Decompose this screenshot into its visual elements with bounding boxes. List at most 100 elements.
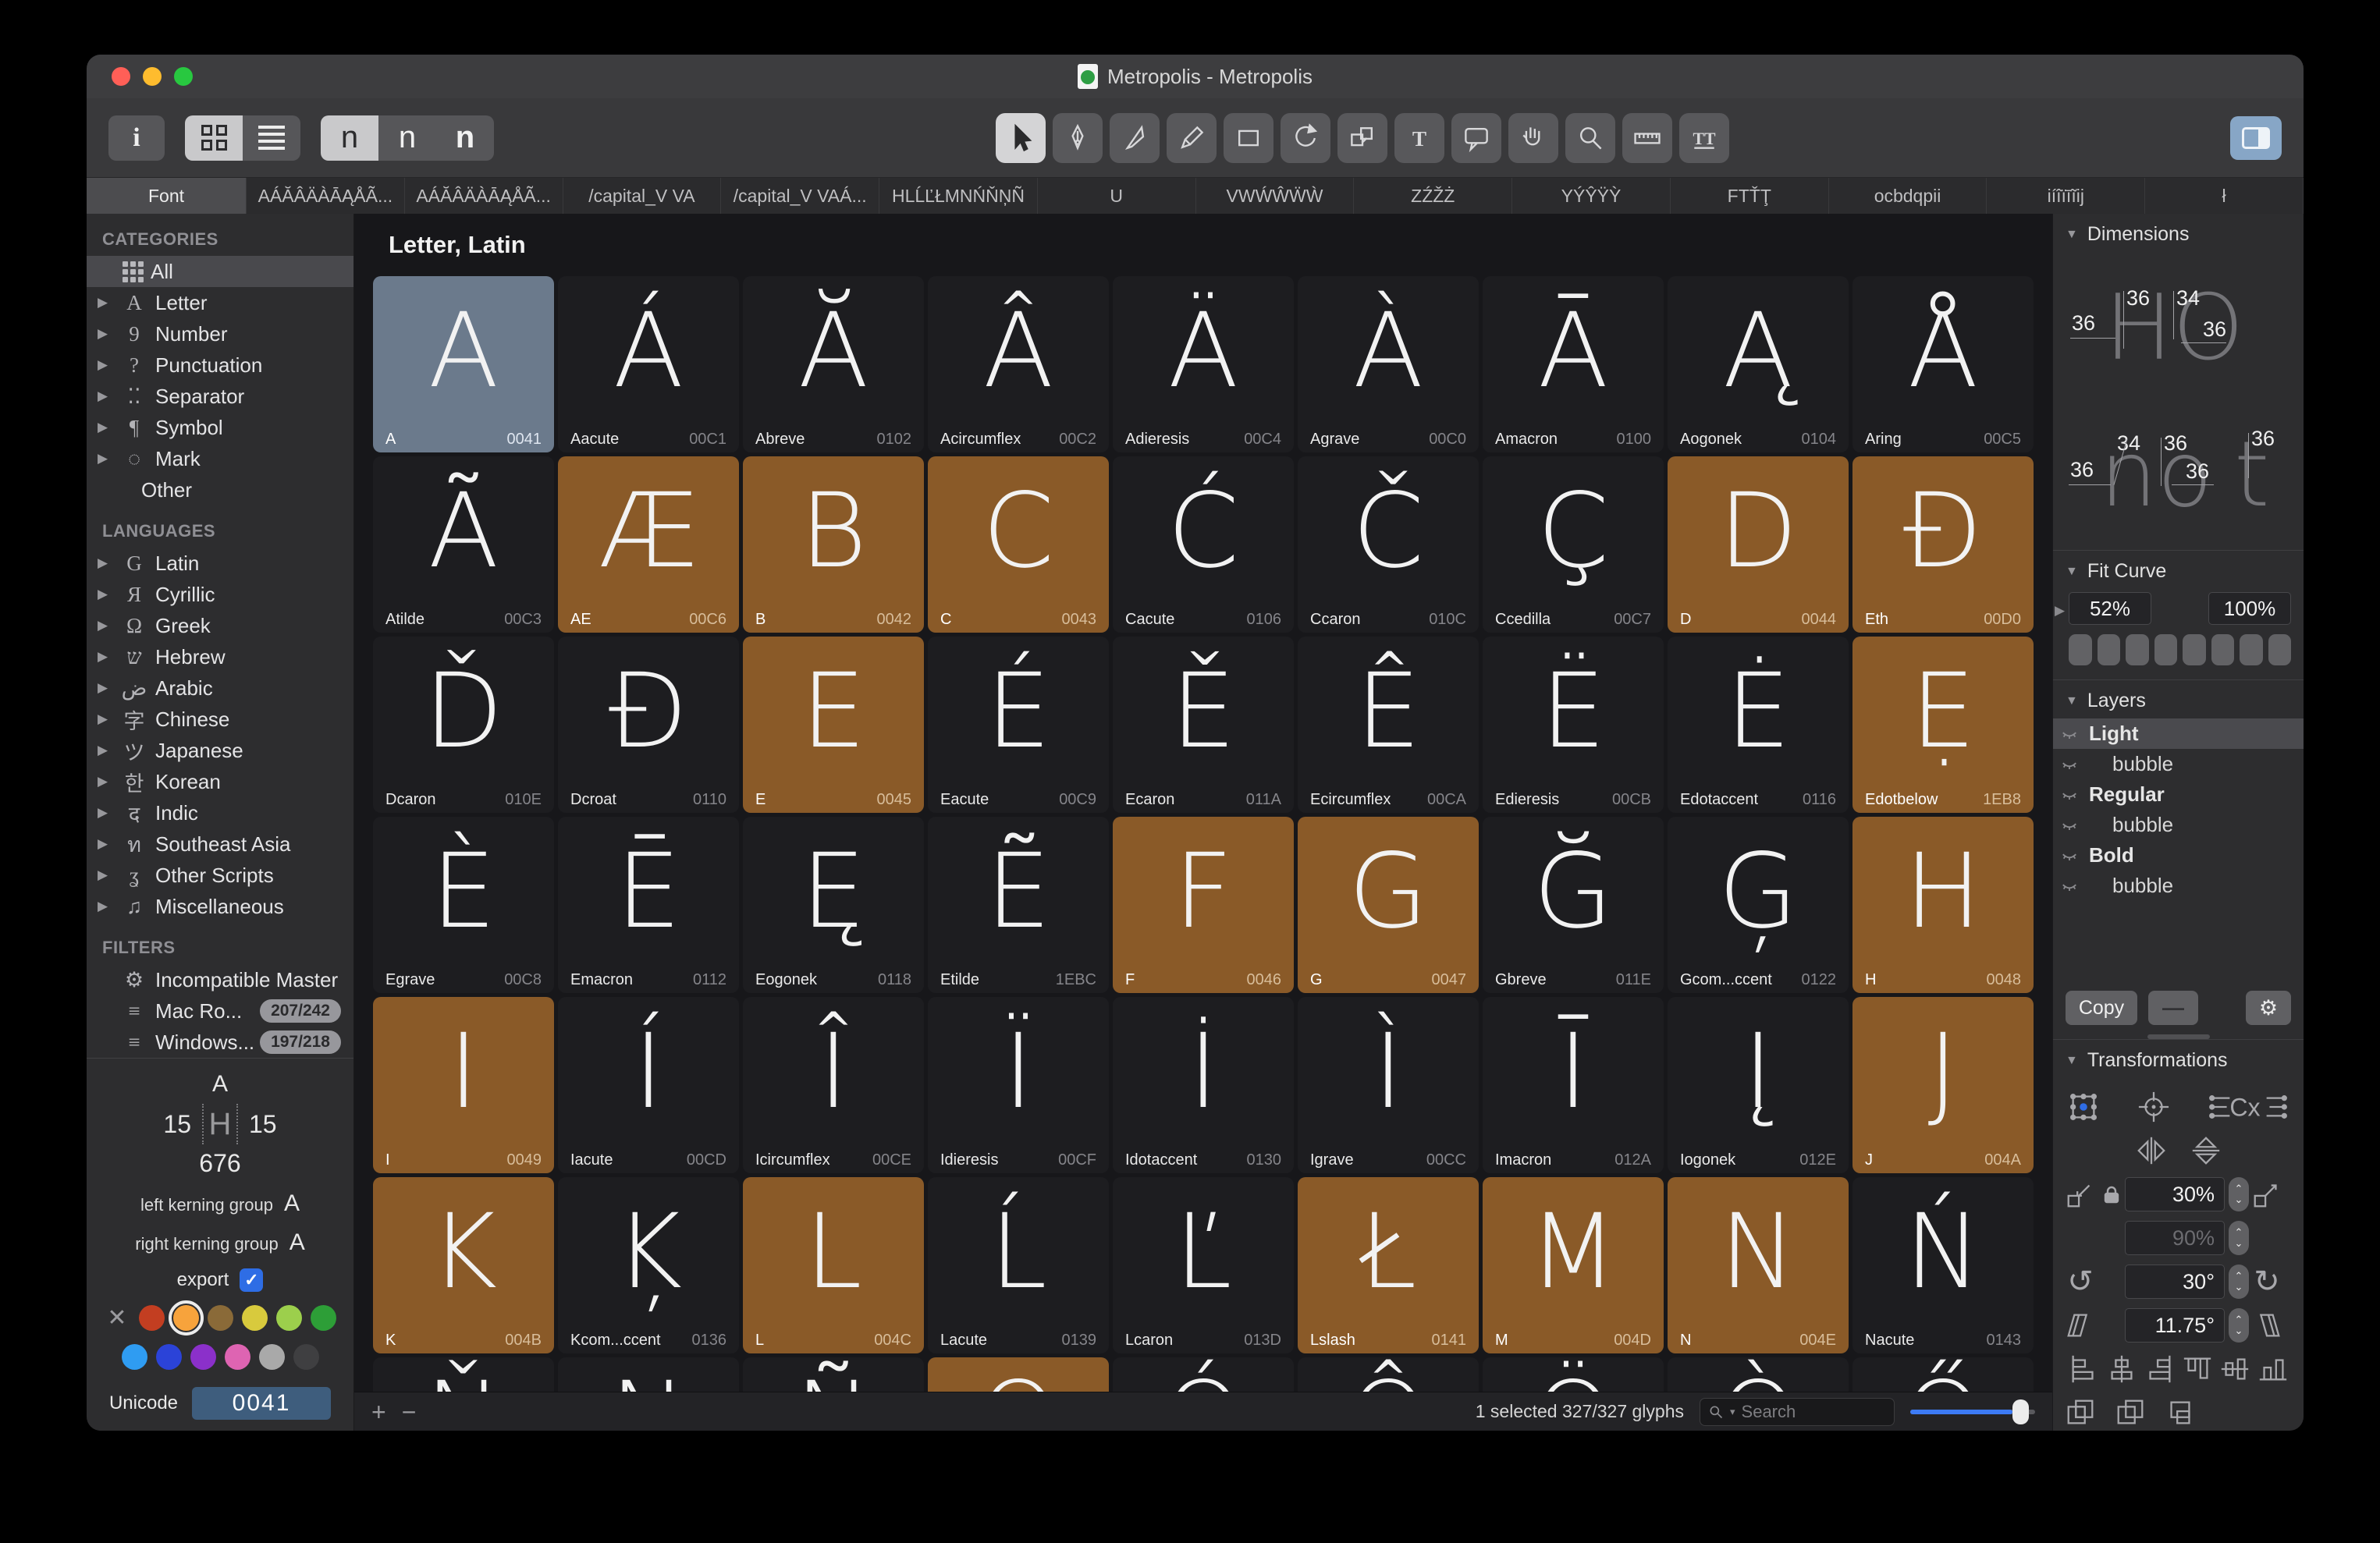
- scale-x-field[interactable]: 30%: [2125, 1177, 2225, 1211]
- language-item-korean[interactable]: ▶한Korean: [87, 766, 353, 797]
- disclosure-triangle-icon[interactable]: ▶: [98, 649, 118, 665]
- glyph-cell-Icircumflex[interactable]: ÎIcircumflex00CE: [743, 997, 924, 1173]
- fit-curve-section-header[interactable]: ▼ Fit Curve: [2053, 550, 2304, 589]
- fit-curve-min-field[interactable]: 52%: [2069, 592, 2151, 625]
- glyph-cell-N[interactable]: NN004E: [1668, 1177, 1849, 1353]
- disclosure-triangle-icon[interactable]: ▶: [98, 388, 118, 404]
- color-swatch[interactable]: [139, 1305, 165, 1331]
- fit-curve-disclosure-icon[interactable]: ▶: [2055, 603, 2065, 619]
- glyph-cell-AE[interactable]: ÆAE00C6: [558, 456, 739, 633]
- glyph-cell-Idieresis[interactable]: ÏIdieresis00CF: [928, 997, 1109, 1173]
- disclosure-triangle-icon[interactable]: ▶: [98, 555, 118, 571]
- category-item-symbol[interactable]: ▶¶Symbol: [87, 412, 353, 443]
- glyph-cell-Agrave[interactable]: ÀAgrave00C0: [1298, 276, 1479, 452]
- glyph-cell-Amacron[interactable]: ĀAmacron0100: [1483, 276, 1664, 452]
- glyph-cell-Lacute[interactable]: ĹLacute0139: [928, 1177, 1109, 1353]
- glyph-cell-Idotaccent[interactable]: İIdotaccent0130: [1113, 997, 1294, 1173]
- fit-curve-step-button[interactable]: [2268, 634, 2292, 665]
- zoom-tool-button[interactable]: [1565, 113, 1615, 163]
- align-right-button[interactable]: [2141, 1351, 2177, 1387]
- glyph-cell-Edotaccent[interactable]: ĖEdotaccent0116: [1668, 637, 1849, 813]
- path-subtract-button[interactable]: [2112, 1395, 2148, 1431]
- glyph-cell-Ecaron[interactable]: ĚEcaron011A: [1113, 637, 1294, 813]
- fit-curve-max-field[interactable]: 100%: [2208, 592, 2291, 625]
- grid-view-button[interactable]: [185, 115, 243, 161]
- category-item-all[interactable]: All: [87, 256, 353, 287]
- grid-zoom-slider[interactable]: [1910, 1410, 2035, 1414]
- slant-field[interactable]: 11.75°: [2125, 1308, 2225, 1343]
- category-item-other[interactable]: Other: [87, 474, 353, 505]
- language-item-miscellaneous[interactable]: ▶♫Miscellaneous: [87, 891, 353, 922]
- language-item-japanese[interactable]: ▶ツJapanese: [87, 735, 353, 766]
- scale-down-button[interactable]: [2062, 1176, 2098, 1212]
- path-union-button[interactable]: [2062, 1395, 2098, 1431]
- category-item-mark[interactable]: ▶◌Mark: [87, 443, 353, 474]
- rotate-cw-button[interactable]: ↻: [2249, 1264, 2285, 1300]
- color-swatch[interactable]: [173, 1305, 199, 1331]
- disclosure-triangle-icon[interactable]: ▶: [98, 711, 118, 727]
- add-glyph-button[interactable]: +: [371, 1399, 386, 1424]
- fit-curve-step-button[interactable]: [2240, 634, 2263, 665]
- scale-up-button[interactable]: [2249, 1176, 2285, 1212]
- glyph-cell-M[interactable]: MM004D: [1483, 1177, 1664, 1353]
- path-intersect-button[interactable]: [2162, 1395, 2198, 1431]
- glyph-cell-Ccaron[interactable]: ČCcaron010C: [1298, 456, 1479, 633]
- glyph-cell-C[interactable]: CC0043: [928, 456, 1109, 633]
- align-center-horizontal-button[interactable]: [2104, 1351, 2140, 1387]
- disclosure-triangle-icon[interactable]: ▶: [98, 451, 118, 466]
- glyph-cell-Iogonek[interactable]: ĮIogonek012E: [1668, 997, 1849, 1173]
- edit-tab[interactable]: iíîïīĩij: [1987, 178, 2145, 214]
- glyph-cell-Lslash[interactable]: ŁLslash0141: [1298, 1177, 1479, 1353]
- zoom-window-button[interactable]: [174, 67, 193, 86]
- left-kerning-group-value[interactable]: A: [284, 1190, 300, 1217]
- fit-curve-step-button[interactable]: [2126, 634, 2149, 665]
- select-tool-button[interactable]: [996, 113, 1046, 163]
- remove-layer-button[interactable]: —: [2148, 991, 2198, 1025]
- align-left-button[interactable]: [2066, 1351, 2101, 1387]
- category-item-letter[interactable]: ▶ALetter: [87, 287, 353, 318]
- transform-origin-button[interactable]: [2066, 1089, 2101, 1125]
- glyph-cell-I[interactable]: II0049: [373, 997, 554, 1173]
- fit-curve-step-button[interactable]: [2098, 634, 2121, 665]
- glyph-cell-Eacute[interactable]: ÉEacute00C9: [928, 637, 1109, 813]
- glyph-cell-Gcom...ccent[interactable]: ĢGcom...ccent0122: [1668, 817, 1849, 993]
- filter-item-mac-ro-[interactable]: ≡Mac Ro...207/242: [87, 995, 353, 1027]
- glyph-cell-Gbreve[interactable]: ĞGbreve011E: [1483, 817, 1664, 993]
- glyph-cell-Dcaron[interactable]: ĎDcaron010E: [373, 637, 554, 813]
- glyph-cell-A[interactable]: AA0041: [373, 276, 554, 452]
- glyph-cell-Cacute[interactable]: ĆCacute0106: [1113, 456, 1294, 633]
- glyph-width-value[interactable]: 676: [87, 1149, 353, 1178]
- disclosure-triangle-icon[interactable]: ▶: [98, 743, 118, 758]
- right-kerning-group-value[interactable]: A: [290, 1229, 305, 1256]
- glyph-cell-Aring[interactable]: ÅAring00C5: [1852, 276, 2034, 452]
- rotate-ccw-button[interactable]: ↺: [2062, 1264, 2098, 1300]
- disclosure-triangle-icon[interactable]: ▶: [98, 899, 118, 914]
- glyph-cell-Edieresis[interactable]: ËEdieresis00CB: [1483, 637, 1664, 813]
- layer-settings-gear-icon[interactable]: ⚙: [2246, 991, 2291, 1025]
- language-item-hebrew[interactable]: ▶שHebrew: [87, 641, 353, 672]
- language-item-indic[interactable]: ▶दIndic: [87, 797, 353, 828]
- right-sidebearing-value[interactable]: 15: [249, 1110, 277, 1139]
- glyph-cell-Ccedilla[interactable]: ÇCcedilla00C7: [1483, 456, 1664, 633]
- scale-y-stepper[interactable]: ⌃⌄: [2229, 1221, 2249, 1255]
- glyph-cell-Egrave[interactable]: ÈEgrave00C8: [373, 817, 554, 993]
- edit-tab[interactable]: YÝŶŸỲ: [1512, 178, 1671, 214]
- color-swatch[interactable]: [122, 1344, 147, 1370]
- language-item-other-scripts[interactable]: ▶ʓOther Scripts: [87, 860, 353, 891]
- preview-bold-button[interactable]: n: [436, 115, 494, 161]
- color-swatch[interactable]: [242, 1305, 268, 1331]
- slant-right-button[interactable]: [2249, 1307, 2285, 1343]
- glyph-cell-Abreve[interactable]: ĂAbreve0102: [743, 276, 924, 452]
- pencil-tool-button[interactable]: [1167, 113, 1217, 163]
- color-swatch[interactable]: [156, 1344, 182, 1370]
- glyph-cell-E[interactable]: EE0045: [743, 637, 924, 813]
- remove-glyph-button[interactable]: −: [402, 1399, 417, 1424]
- rotate-tool-button[interactable]: [1281, 113, 1330, 163]
- right-panel-toggle-button[interactable]: [2230, 116, 2282, 160]
- glyph-cell-B[interactable]: BB0042: [743, 456, 924, 633]
- edit-tab[interactable]: ZŹŽŻ: [1354, 178, 1512, 214]
- slider-knob[interactable]: [2012, 1399, 2029, 1424]
- annotate-tool-button[interactable]: [1451, 113, 1501, 163]
- scale-y-field[interactable]: 90%: [2125, 1221, 2225, 1255]
- glyph-cell-Eogonek[interactable]: ĘEogonek0118: [743, 817, 924, 993]
